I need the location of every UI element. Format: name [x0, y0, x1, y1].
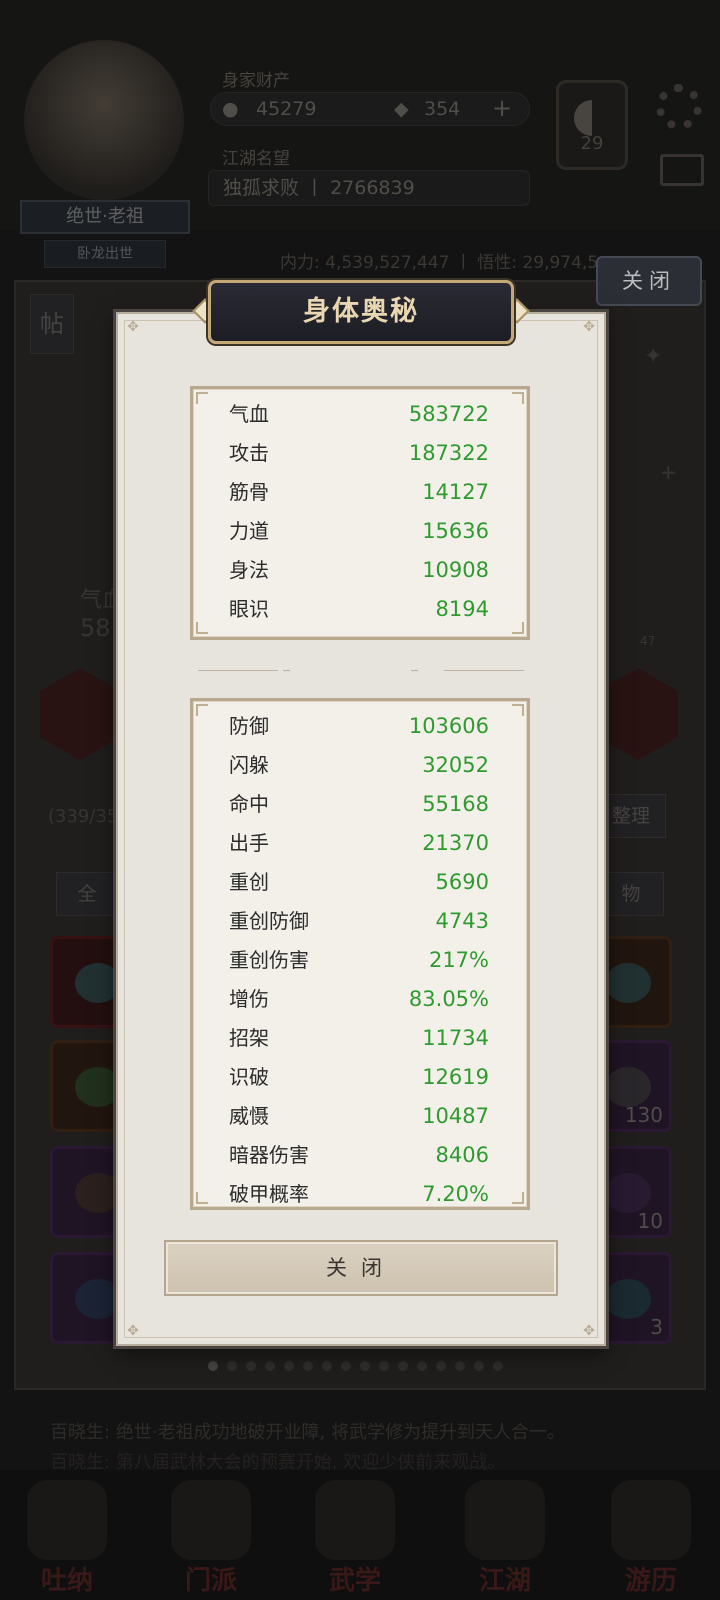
stat-row: 重创伤害 217%	[229, 941, 489, 980]
stat-value: 11734	[422, 1026, 489, 1050]
stat-row: 暗器伤害 8406	[229, 1136, 489, 1175]
stat-row: 命中 55168	[229, 785, 489, 824]
divider-line	[444, 670, 524, 671]
stat-row: 识破 12619	[229, 1058, 489, 1097]
stat-name: 重创伤害	[229, 948, 309, 972]
stat-row: 力道 15636	[229, 512, 489, 551]
stat-value: 217%	[428, 948, 489, 972]
corner-ornament: ✥	[583, 319, 595, 335]
divider-ornament: ∽	[282, 664, 292, 677]
panel-corner	[512, 622, 524, 634]
stat-name: 筋骨	[229, 480, 269, 504]
stat-value: 32052	[422, 753, 489, 777]
panel-corner	[196, 622, 208, 634]
stat-value: 12619	[422, 1065, 489, 1089]
stat-row: 气血 583722	[229, 395, 489, 434]
game-screen: 绝世·老祖 卧龙出世 身家财产 ● 45279 ◆ 354 + 江湖名望 独孤求…	[0, 0, 720, 1600]
section-divider: ∽ ∽	[198, 664, 524, 677]
stat-row: 防御 103606	[229, 707, 489, 746]
corner-ornament: ✥	[127, 1323, 139, 1339]
stat-row: 闪躲 32052	[229, 746, 489, 785]
stat-row: 招架 11734	[229, 1019, 489, 1058]
dialog-title: 身体奥秘	[208, 280, 514, 344]
stat-value: 55168	[422, 792, 489, 816]
basic-stats-panel: 气血 583722 攻击 187322 筋骨 14127 力道 15636 身法 10908 眼识 8…	[190, 386, 530, 640]
stat-name: 闪躲	[229, 753, 269, 777]
panel-corner	[196, 704, 208, 716]
stat-name: 眼识	[229, 597, 269, 621]
panel-corner	[196, 1192, 208, 1204]
stat-name: 威慑	[229, 1104, 269, 1128]
stat-row: 威慑 10487	[229, 1097, 489, 1136]
stat-row: 增伤 83.05%	[229, 980, 489, 1019]
stat-row: 筋骨 14127	[229, 473, 489, 512]
stat-row: 重创防御 4743	[229, 902, 489, 941]
stat-row: 破甲概率 7.20%	[229, 1175, 489, 1207]
stat-name: 气血	[229, 402, 269, 426]
panel-corner	[196, 392, 208, 404]
stat-value: 15636	[422, 519, 489, 543]
panel-corner	[512, 1192, 524, 1204]
stat-name: 重创防御	[229, 909, 309, 933]
panel-corner	[512, 392, 524, 404]
corner-ornament: ✥	[127, 319, 139, 335]
stat-value: 4743	[435, 909, 489, 933]
stat-value: 14127	[422, 480, 489, 504]
corner-ornament: ✥	[583, 1323, 595, 1339]
stat-name: 破甲概率	[229, 1182, 309, 1206]
stat-name: 攻击	[229, 441, 269, 465]
stat-value: 21370	[422, 831, 489, 855]
close-button[interactable]: 关闭	[164, 1240, 558, 1296]
stat-row: 重创 5690	[229, 863, 489, 902]
divider-ornament: ∽	[410, 664, 420, 677]
stat-name: 识破	[229, 1065, 269, 1089]
panel-corner	[512, 704, 524, 716]
stat-value: 10487	[422, 1104, 489, 1128]
stat-row: 身法 10908	[229, 551, 489, 590]
stat-value: 583722	[408, 402, 489, 426]
stat-name: 命中	[229, 792, 269, 816]
advanced-stats-panel[interactable]: 防御 103606 闪躲 32052 命中 55168 出手 21370 重创 5690 重创防御 4…	[190, 698, 530, 1210]
stat-value: 8194	[435, 597, 489, 621]
stat-name: 出手	[229, 831, 269, 855]
stat-name: 重创	[229, 870, 269, 894]
stat-value: 5690	[435, 870, 489, 894]
close-panel-button[interactable]: 关闭	[596, 256, 702, 306]
stat-row: 眼识 8194	[229, 590, 489, 629]
divider-line	[198, 670, 278, 671]
stat-name: 防御	[229, 714, 269, 738]
stat-name: 力道	[229, 519, 269, 543]
stat-value: 83.05%	[408, 987, 489, 1011]
stat-value: 7.20%	[422, 1182, 489, 1206]
stat-value: 103606	[408, 714, 489, 738]
stat-name: 身法	[229, 558, 269, 582]
stat-name: 暗器伤害	[229, 1143, 309, 1167]
stat-name: 招架	[229, 1026, 269, 1050]
stat-value: 187322	[408, 441, 489, 465]
stat-row: 出手 21370	[229, 824, 489, 863]
stat-value: 8406	[435, 1143, 489, 1167]
stat-name: 增伤	[229, 987, 269, 1011]
stat-value: 10908	[422, 558, 489, 582]
stat-row: 攻击 187322	[229, 434, 489, 473]
